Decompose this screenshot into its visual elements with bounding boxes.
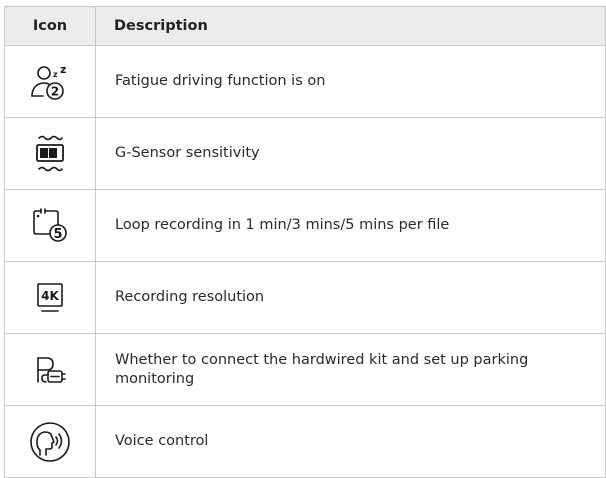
description-cell: Loop recording in 1 min/3 mins/5 mins pe… [95,189,606,262]
icon-cell: 2 z z [4,45,96,118]
parking-monitoring-icon [37,356,66,383]
voice-control-icon [30,421,70,462]
description-cell: G-Sensor sensitivity [95,117,606,190]
table-row: Whether to connect the hardwired kit and… [4,333,606,406]
svg-text:4K: 4K [41,289,59,303]
svg-text:z: z [53,70,58,79]
svg-text:5: 5 [53,227,62,242]
description-cell: Voice control [95,405,606,478]
table-row: G-Sensor sensitivity [4,117,606,190]
loop-recording-icon: 5 [33,207,67,242]
table-row: 4K Recording resolution [4,261,606,334]
table-row: 2 z z Fatigue driving function is on [4,45,606,118]
table-row: Voice control [4,405,606,478]
icon-cell: 5 [4,189,96,262]
table-row: 5 Loop recording in 1 min/3 mins/5 mins … [4,189,606,262]
icon-cell: 4K [4,261,96,334]
svg-text:z: z [60,63,66,76]
icon-cell [4,333,96,406]
icon-cell [4,117,96,190]
svg-text:2: 2 [51,84,59,98]
table-header-row: Icon Description [4,6,606,46]
header-icon: Icon [4,6,96,46]
description-cell: Recording resolution [95,261,606,334]
resolution-4k-icon: 4K [37,282,63,312]
fatigue-driving-icon: 2 z z [31,63,66,100]
g-sensor-icon [36,135,64,171]
icon-description-table: Icon Description 2 z z Fatigue driving f… [4,6,606,478]
description-cell: Whether to connect the hardwired kit and… [95,333,606,406]
header-description: Description [95,6,606,46]
icon-cell [4,405,96,478]
description-cell: Fatigue driving function is on [95,45,606,118]
